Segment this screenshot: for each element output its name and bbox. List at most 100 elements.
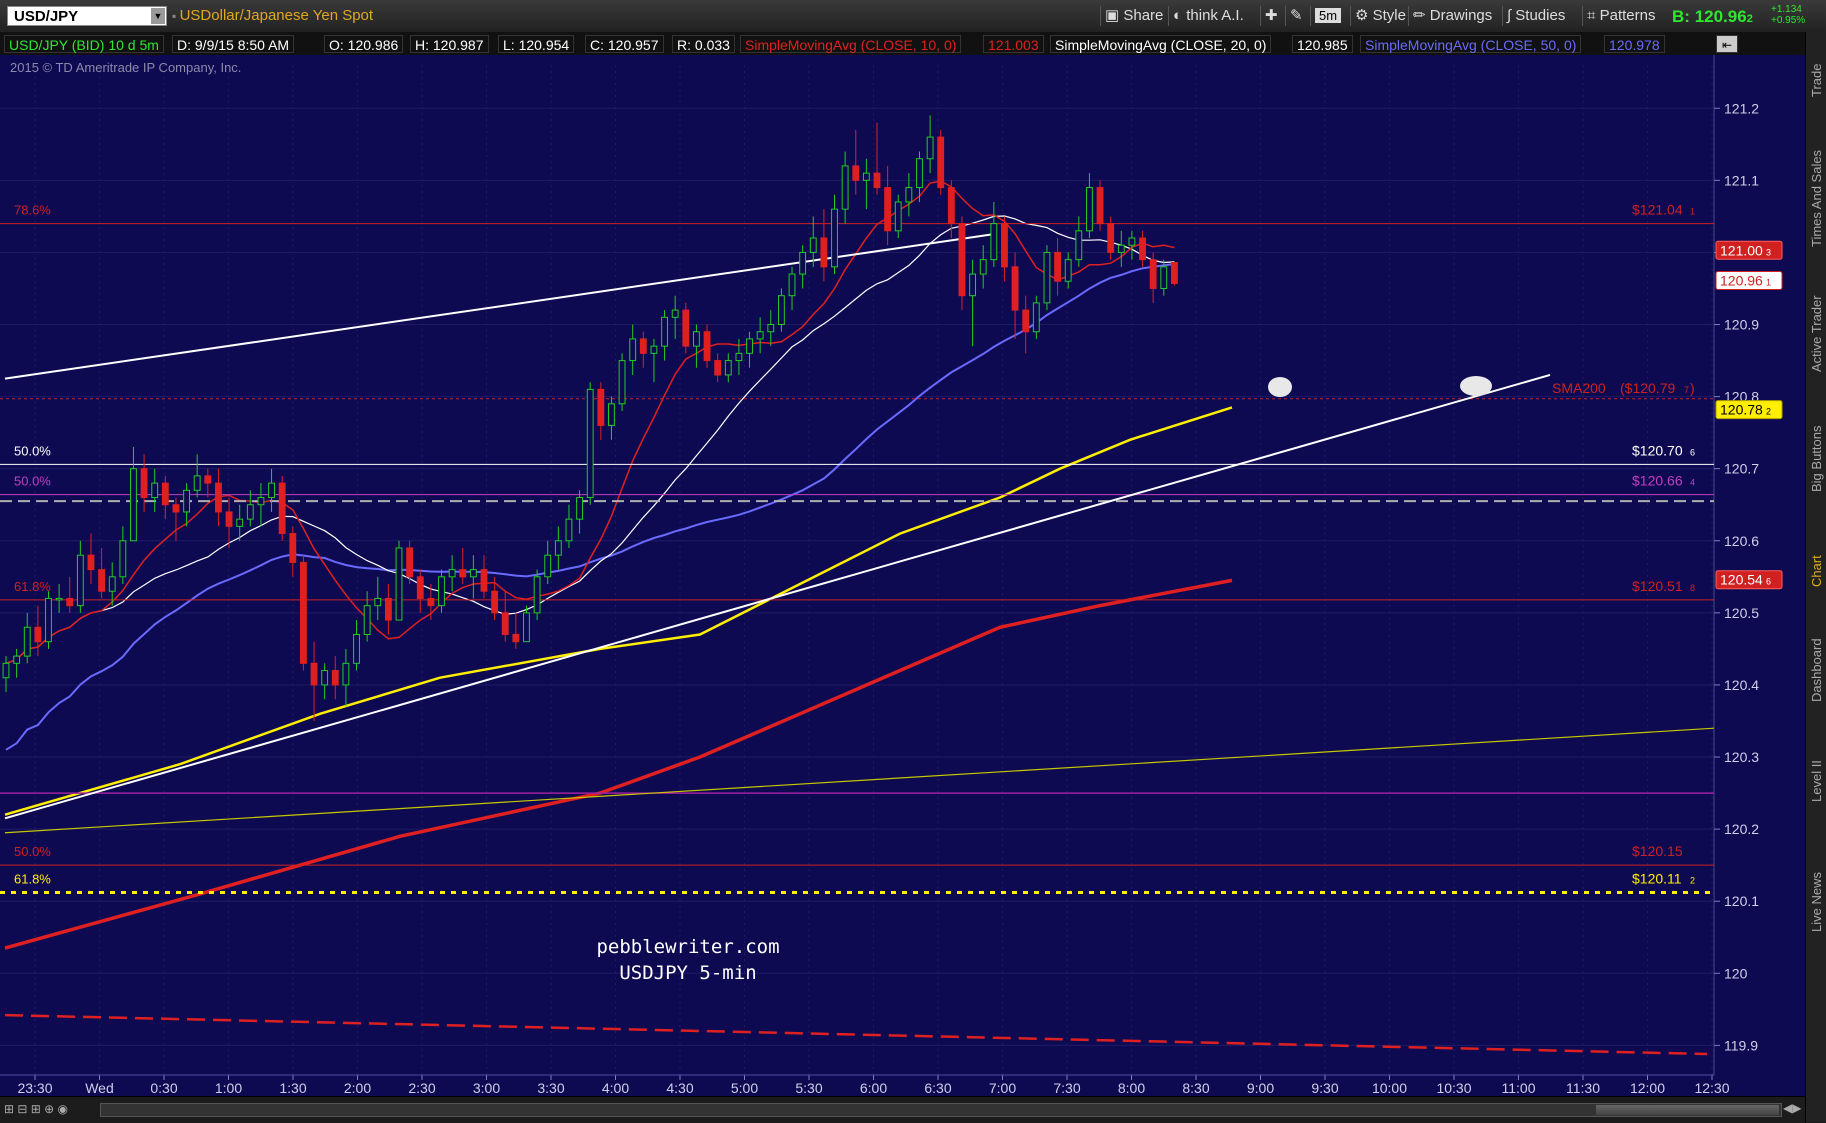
patterns-button[interactable]: ⌗ Patterns [1582, 6, 1660, 26]
up-candle [183, 489, 190, 513]
chevron-down-icon[interactable]: ▼ [151, 8, 165, 24]
x-tick-label: 10:00 [1372, 1080, 1407, 1096]
price-tag-small: 1 [1766, 278, 1771, 288]
collapse-icon[interactable]: ⇤ [1716, 35, 1738, 53]
sma200-label: SMA200 [1552, 380, 1606, 396]
down-candle [384, 597, 392, 621]
pencil-icon: ✏ [1413, 7, 1430, 24]
down-candle [172, 504, 180, 513]
up-candle [841, 165, 849, 210]
style-button[interactable]: ⚙ Style [1350, 6, 1410, 26]
scrollbar-thumb[interactable] [1596, 1105, 1779, 1115]
up-candle [693, 331, 700, 347]
studies-button[interactable]: ∫ Studies [1502, 6, 1569, 26]
price-chart[interactable]: 78.6% $121.04 1 50.0% $120.70 6 50.0% $120.66 4 6… [0, 55, 1805, 1096]
up-candle [119, 540, 127, 578]
x-tick-label: 10:30 [1436, 1080, 1471, 1096]
sma20-value: 120.985 [1292, 35, 1353, 53]
up-candle [236, 518, 244, 527]
bar-range: R: 0.033 [672, 35, 735, 53]
wrench-button[interactable]: ✎ [1285, 6, 1307, 26]
down-candle [406, 547, 414, 578]
fib-price-label-small: 8 [1690, 583, 1695, 593]
fib-price-label-small: 6 [1690, 447, 1695, 457]
up-candle [45, 597, 52, 643]
down-candle [1149, 259, 1157, 289]
x-tick-label: 8:30 [1182, 1080, 1209, 1096]
down-candle [873, 172, 881, 189]
down-candle [947, 187, 955, 225]
top-toolbar: USD/JPY ▼ ▪ USDollar/Japanese Yen Spot ▣… [0, 0, 1826, 33]
chart-background [0, 55, 1805, 1096]
bar-date: D: 9/9/15 8:50 AM [172, 35, 295, 53]
side-tab-dashboard[interactable]: Dashboard [1806, 602, 1826, 702]
down-candle [852, 165, 860, 181]
price-tag-value: 120.96 [1720, 273, 1763, 289]
side-tab-label: Big Buttons [1809, 425, 1824, 493]
down-candle [140, 468, 148, 499]
symbol-selector[interactable]: USD/JPY ▼ [7, 6, 167, 26]
up-candle [193, 475, 201, 491]
side-tab-trade[interactable]: Trade [1806, 52, 1826, 97]
scroll-arrows[interactable]: ◀▶ [1783, 1101, 1801, 1115]
x-tick-label: 12:30 [1694, 1080, 1729, 1096]
up-candle [544, 554, 552, 578]
watermark-line-1: pebblewriter.com [596, 936, 779, 958]
zoom-controls[interactable]: ⊞ ⊟ ⊞ ⊕ ◉ [4, 1102, 68, 1116]
sma200-value-small: 7 [1684, 385, 1689, 395]
drawings-button[interactable]: ✏ Drawings [1408, 6, 1496, 26]
side-tab-active-trader[interactable]: Active Trader [1806, 262, 1826, 372]
side-tab-times-and-sales[interactable]: Times And Sales [1806, 107, 1826, 247]
fib-price-label: $120.66 [1632, 473, 1683, 489]
down-candle [820, 237, 828, 268]
up-candle [661, 316, 668, 347]
x-tick-label: 1:30 [279, 1080, 306, 1096]
price-tag-value: 120.78 [1720, 402, 1763, 418]
x-tick-label: 3:00 [473, 1080, 500, 1096]
down-candle [1001, 223, 1008, 268]
x-tick-label: 1:00 [215, 1080, 242, 1096]
up-candle [990, 223, 998, 261]
up-candle [55, 597, 63, 601]
bottom-scroll-bar: ⊞ ⊟ ⊞ ⊕ ◉ ◀▶ [0, 1096, 1805, 1123]
think-ai-button[interactable]: ◐ think A.I. [1168, 6, 1248, 26]
price-change: +1.134 +0.95% [1771, 4, 1806, 26]
study-info-bar: USD/JPY (BID) 10 d 5m D: 9/9/15 8:50 AM … [0, 32, 1805, 55]
side-tab-label: Level II [1809, 760, 1824, 802]
crosshair-tool-button[interactable]: ✚ [1260, 6, 1282, 26]
y-tick-label: 120.2 [1724, 821, 1759, 837]
share-button[interactable]: ▣ Share [1100, 6, 1167, 26]
y-tick-label: 120.3 [1724, 749, 1759, 765]
fib-pct-label: 50.0% [14, 844, 51, 859]
down-candle [1022, 309, 1030, 333]
side-tab-big-buttons[interactable]: Big Buttons [1806, 382, 1826, 493]
up-candle [905, 187, 913, 203]
x-tick-label: 9:00 [1247, 1080, 1274, 1096]
price-tag-small: 3 [1766, 247, 1771, 257]
side-tab-level-ii[interactable]: Level II [1806, 722, 1826, 802]
side-tab-live-news[interactable]: Live News [1806, 822, 1826, 932]
up-candle [395, 547, 403, 621]
x-tick-label: 3:30 [537, 1080, 564, 1096]
interval-button[interactable]: 5m [1310, 6, 1345, 26]
x-tick-label: 4:00 [602, 1080, 629, 1096]
fib-price-label-small: 1 [1690, 207, 1695, 217]
sma10-value: 121.003 [983, 35, 1044, 53]
x-tick-label: 12:00 [1630, 1080, 1665, 1096]
symbol-description: ▪ USDollar/Japanese Yen Spot [172, 7, 374, 24]
x-tick-label: 6:00 [860, 1080, 887, 1096]
side-tab-label: Live News [1809, 872, 1824, 932]
down-candle [331, 670, 339, 686]
sma20-label: SimpleMovingAvg (CLOSE, 20, 0) [1050, 35, 1272, 53]
sma200-close-paren: ) [1690, 380, 1695, 396]
up-candle [2, 662, 10, 679]
fib-pct-label: 61.8% [14, 872, 51, 887]
up-candle [108, 576, 116, 592]
scrollbar-track[interactable] [100, 1103, 1782, 1117]
fib-price-label: $120.51 [1632, 578, 1683, 594]
side-tab-chart[interactable]: Chart [1806, 512, 1826, 587]
fib-price-label-small: 2 [1690, 876, 1695, 886]
up-candle [777, 295, 785, 326]
up-candle [799, 251, 807, 275]
price-tag-small: 2 [1766, 407, 1771, 417]
